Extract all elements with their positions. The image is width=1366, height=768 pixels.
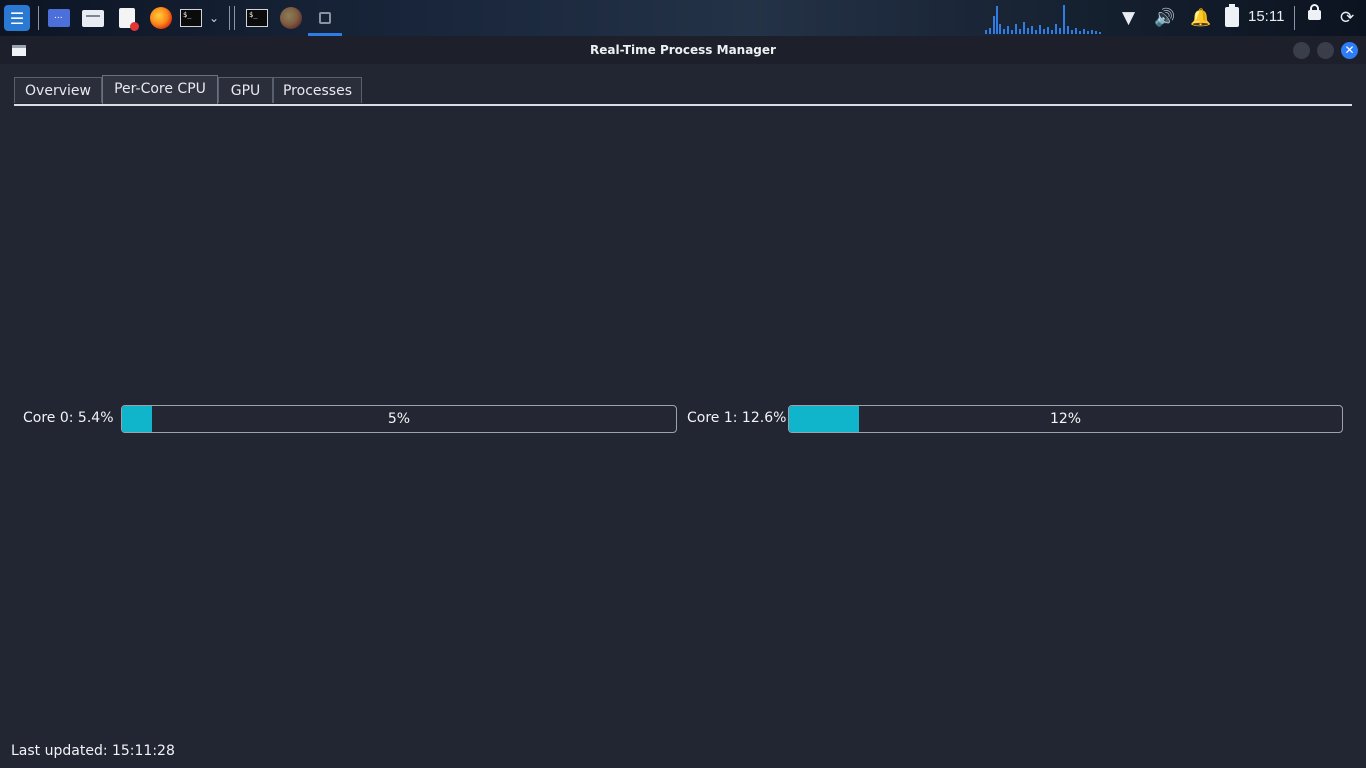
core-1-label: Core 1: 12.6% — [687, 410, 787, 426]
title-bar[interactable]: Real-Time Process Manager ✕ — [0, 36, 1366, 64]
logout-icon[interactable]: ⟳ — [1340, 8, 1354, 28]
wifi-icon[interactable]: ▼ — [1122, 8, 1135, 28]
core-1-progress-text: 12% — [1049, 411, 1082, 427]
taskbar-separator — [1294, 6, 1295, 30]
workspace-icon[interactable] — [45, 4, 73, 32]
core-0-progress-text: 5% — [387, 411, 411, 427]
file-manager-icon[interactable] — [79, 4, 107, 32]
app-window-icon[interactable] — [311, 4, 339, 32]
volume-icon[interactable]: 🔊 — [1154, 8, 1175, 28]
close-button[interactable]: ✕ — [1341, 42, 1358, 59]
minimize-button[interactable] — [1293, 42, 1310, 59]
tab-overview[interactable]: Overview — [14, 77, 102, 103]
tab-divider — [14, 104, 1352, 106]
cpu-graph-icon — [985, 5, 1101, 34]
taskbar-separator — [38, 6, 39, 30]
status-text: Last updated: 15:11:28 — [11, 743, 175, 759]
taskbar-separator — [234, 6, 235, 30]
tab-processes[interactable]: Processes — [273, 77, 362, 103]
maximize-button[interactable] — [1317, 42, 1334, 59]
firefox-icon[interactable] — [147, 4, 175, 32]
chevron-down-icon[interactable]: ⌄ — [200, 4, 228, 32]
taskbar-separator — [229, 6, 230, 30]
window-title: Real-Time Process Manager — [590, 43, 776, 57]
tab-gpu[interactable]: GPU — [218, 77, 273, 103]
firefox-window-icon[interactable] — [277, 4, 305, 32]
bell-icon[interactable]: 🔔 — [1190, 8, 1211, 28]
terminal-window-icon[interactable]: $_ — [243, 4, 271, 32]
core-1-progress-bar: 12% — [788, 405, 1343, 433]
core-0-label: Core 0: 5.4% — [23, 410, 114, 426]
process-manager-window: Real-Time Process Manager ✕ Overview Per… — [0, 36, 1366, 768]
kali-menu-icon[interactable]: ☰ — [3, 4, 31, 32]
clock[interactable]: 15:11 — [1248, 8, 1284, 25]
battery-icon[interactable] — [1225, 4, 1239, 27]
lock-icon[interactable] — [1308, 4, 1321, 20]
tab-per-core-cpu[interactable]: Per-Core CPU — [102, 75, 218, 105]
top-taskbar: ☰ $_ ⌄ $_ ▼ 🔊 🔔 15:11 — [0, 0, 1366, 36]
text-editor-icon[interactable] — [113, 4, 141, 32]
core-0-progress-bar: 5% — [121, 405, 677, 433]
